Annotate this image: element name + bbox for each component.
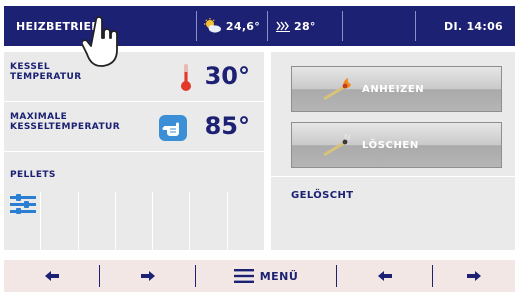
- label-line-2: TEMPERATUR: [10, 72, 82, 82]
- extinguished-match-icon: [323, 133, 351, 157]
- menu-button[interactable]: MENÜ: [196, 269, 336, 283]
- arrow-left-icon: [44, 271, 59, 281]
- room-temp-value: 28°: [294, 19, 316, 33]
- outdoor-temp-value: 24,6°: [225, 19, 261, 33]
- outdoor-temperature: 24,6°: [197, 18, 267, 34]
- boiler-temperature-value: 30°: [204, 62, 250, 90]
- pellets-cell: [79, 192, 116, 250]
- extinguish-button[interactable]: LÖSCHEN: [291, 122, 502, 168]
- pellets-cell: [153, 192, 191, 250]
- sun-cloud-icon: [203, 18, 221, 33]
- boiler-info-panel: KESSEL TEMPERATUR 30° MAXIMALE KESSELTEM…: [4, 52, 264, 250]
- boiler-temperature-row: KESSEL TEMPERATUR 30°: [4, 52, 264, 102]
- max-boiler-temperature-value: 85°: [204, 112, 250, 140]
- pellets-cell: [41, 192, 79, 250]
- max-boiler-temperature-row[interactable]: MAXIMALE KESSELTEMPERATUR 85°: [4, 102, 264, 152]
- pellets-cell: [190, 192, 228, 250]
- hand-cursor-icon: [82, 16, 118, 67]
- arrow-right-icon: [140, 271, 155, 281]
- label-line-1: MAXIMALE: [10, 112, 68, 122]
- right-arrow-button[interactable]: [433, 271, 515, 281]
- thermometer-icon: [181, 64, 191, 91]
- left-arrow-button[interactable]: [4, 271, 99, 281]
- date-time: DI. 14:06: [444, 19, 503, 33]
- label-line-1: KESSEL: [10, 62, 50, 72]
- ignition-control-panel: ANHEIZEN LÖSCHEN GELÖSCHT: [271, 52, 515, 250]
- divider: [342, 11, 343, 41]
- pellets-label: PELLETS: [10, 170, 56, 180]
- arrow-left-icon: [377, 271, 392, 281]
- hand-pointer-icon[interactable]: [159, 115, 187, 141]
- ignite-button[interactable]: ANHEIZEN: [291, 66, 502, 112]
- room-temperature: 28°: [268, 20, 342, 33]
- ignite-button-label: ANHEIZEN: [362, 83, 425, 95]
- burner-status: GELÖSCHT: [291, 190, 354, 201]
- menu-label: MENÜ: [259, 269, 299, 283]
- arrow-right-icon: [467, 271, 481, 281]
- pellets-level-grid: [4, 192, 264, 250]
- left-arrow-button[interactable]: [337, 271, 432, 281]
- boiler-temperature-label: KESSEL TEMPERATUR: [10, 62, 82, 82]
- label-line-2: KESSELTEMPERATUR: [10, 122, 121, 132]
- status-bar: HEIZBETRIEB 24,6° 28° DI. 14:06: [4, 6, 515, 46]
- burning-match-icon: [323, 78, 351, 101]
- bottom-navigation: MENÜ: [4, 260, 515, 292]
- right-arrow-button[interactable]: [100, 271, 195, 281]
- pellets-row: PELLETS: [4, 152, 264, 192]
- pellets-cell: [228, 192, 264, 250]
- hamburger-menu-icon: [233, 269, 254, 283]
- extinguish-button-label: LÖSCHEN: [362, 139, 419, 151]
- max-boiler-temperature-label: MAXIMALE KESSELTEMPERATUR: [10, 112, 120, 132]
- divider: [271, 176, 515, 177]
- settings-sliders-icon[interactable]: [10, 194, 36, 214]
- pellets-cell: [116, 192, 154, 250]
- radiator-icon: [276, 21, 290, 32]
